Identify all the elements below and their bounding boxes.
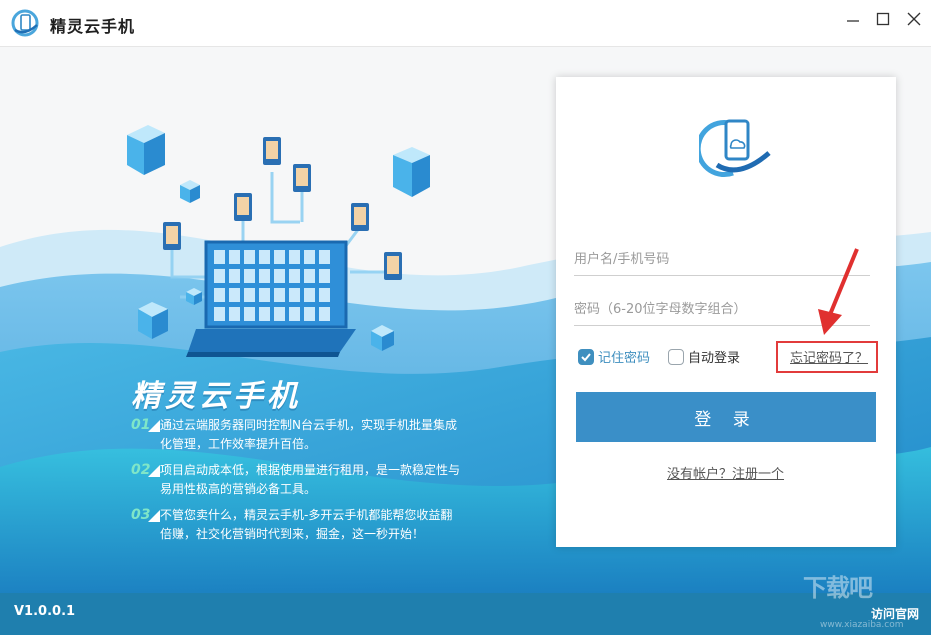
watermark-url: www.xiazaiba.com: [820, 620, 904, 630]
checkbox-checked-icon: [578, 348, 594, 365]
feature-marker-icon: [148, 420, 160, 432]
app-logo-icon: [11, 9, 39, 37]
remember-password-checkbox[interactable]: 记住密码: [578, 347, 650, 366]
feature-text: 项目启动成本低，根据使用量进行租用，是一款稳定性与易用性极高的营销必备工具。: [160, 463, 461, 496]
forgot-password-link[interactable]: 忘记密码了？: [790, 347, 868, 366]
maximize-icon: [876, 12, 890, 26]
card-logo-icon: [699, 119, 771, 178]
auto-login-label: 自动登录: [688, 351, 741, 366]
feature-marker-icon: [148, 465, 160, 477]
minimize-icon: [847, 20, 859, 22]
feature-text: 通过云端服务器同时控制N台云手机，实现手机批量集成化管理，工作效率提升百倍。: [160, 418, 457, 451]
checkbox-unchecked-icon: [668, 348, 684, 365]
laptop-illustration: [186, 240, 356, 357]
register-link[interactable]: 没有帐户？注册一个: [667, 463, 784, 482]
annotation-arrow-icon: [818, 248, 859, 335]
watermark-logo: 下载吧: [803, 574, 873, 602]
remember-password-label: 记住密码: [598, 351, 651, 366]
login-button[interactable]: 登 录: [576, 392, 876, 442]
maximize-button[interactable]: [871, 8, 895, 30]
login-window: 精灵云手机 精灵云手机 01 通过云端服务器同时控制N台云手机，实现手机批量集成…: [0, 0, 931, 635]
feature-text: 不管您卖什么，精灵云手机-多开云手机都能帮您收益翻倍赚，社交化营销时代到来，掘金…: [160, 508, 453, 541]
brand-title: 精灵云手机: [131, 379, 301, 414]
app-title: 精灵云手机: [50, 17, 136, 36]
close-icon: [907, 12, 921, 26]
version-label: V1.0.0.1: [14, 604, 76, 619]
minimize-button[interactable]: [841, 8, 865, 30]
footer-bar: V1.0.0.1 访问官网: [0, 593, 931, 635]
close-button[interactable]: [902, 8, 926, 30]
feature-marker-icon: [148, 510, 160, 522]
title-bar[interactable]: 精灵云手机: [0, 0, 931, 47]
auto-login-checkbox[interactable]: 自动登录: [668, 347, 740, 366]
